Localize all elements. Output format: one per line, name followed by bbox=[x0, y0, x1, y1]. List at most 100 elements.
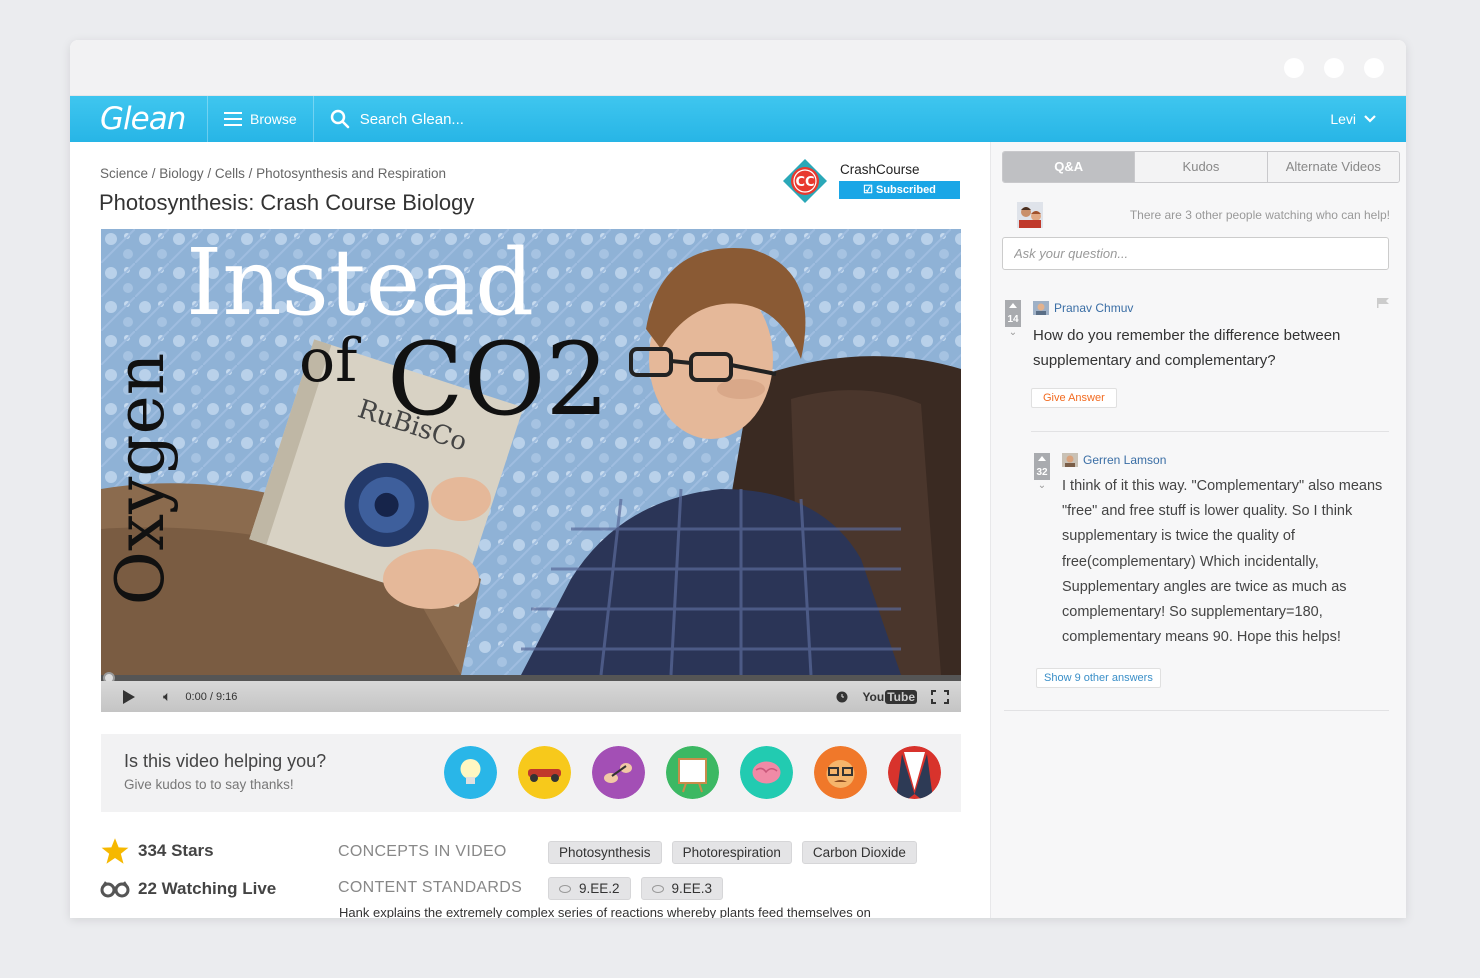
user-name: Levi bbox=[1330, 111, 1356, 127]
standard-tag[interactable]: 9.EE.3 bbox=[640, 876, 724, 900]
sidebar: Q&A Kudos Alternate Videos There are 3 o… bbox=[990, 142, 1406, 918]
channel-name[interactable]: CrashCourse bbox=[840, 162, 920, 177]
standards-row: CONTENT STANDARDS 9.EE.2 9.EE.3 bbox=[338, 870, 968, 906]
answer-author-name: Gerren Lamson bbox=[1083, 453, 1167, 467]
tuxedo-icon[interactable] bbox=[888, 746, 941, 799]
downvote-icon[interactable]: ⌄ bbox=[1005, 327, 1021, 339]
video-frame[interactable]: RuBisCo Oxygen Instead of CO2 bbox=[101, 229, 961, 675]
browser-window: Glean Browse Levi Science / Biology / Ce… bbox=[70, 40, 1406, 918]
standard-tag[interactable]: 9.EE.2 bbox=[548, 876, 631, 900]
player-controls-right: You Tube bbox=[836, 681, 949, 712]
concept-tag[interactable]: Carbon Dioxide bbox=[801, 840, 917, 864]
duration: 9:16 bbox=[216, 690, 238, 703]
hamburger-icon bbox=[224, 112, 242, 126]
window-titlebar bbox=[70, 40, 1406, 96]
question-vote: 14 ⌄ bbox=[1005, 300, 1021, 339]
downvote-icon[interactable]: ⌄ bbox=[1034, 480, 1050, 492]
main-column: Science / Biology / Cells / Photosynthes… bbox=[70, 142, 990, 918]
browse-label: Browse bbox=[250, 111, 297, 127]
crashcourse-logo[interactable]: CC bbox=[782, 158, 828, 204]
stars-stat: 334 Stars bbox=[100, 832, 276, 870]
watchers-text: There are 3 other people watching who ca… bbox=[1129, 208, 1390, 222]
subscribed-button[interactable]: ☑ Subscribed bbox=[839, 181, 960, 199]
answer-text: I think of it this way. "Complementary" … bbox=[1062, 478, 1383, 646]
easel-icon[interactable] bbox=[666, 746, 719, 799]
racecar-icon[interactable] bbox=[518, 746, 571, 799]
tab-qa[interactable]: Q&A bbox=[1003, 152, 1136, 182]
hands-icon[interactable] bbox=[592, 746, 645, 799]
overlay-oxygen: Oxygen bbox=[102, 353, 179, 605]
divider bbox=[1031, 431, 1389, 432]
play-icon[interactable] bbox=[123, 689, 135, 704]
watching-stat: 22 Watching Live bbox=[100, 870, 276, 908]
search-bar bbox=[314, 109, 620, 129]
standards-label: CONTENT STANDARDS bbox=[338, 879, 523, 896]
kudos-subtitle: Give kudos to to say thanks! bbox=[124, 777, 294, 792]
breadcrumb-cells[interactable]: Cells bbox=[215, 166, 245, 181]
video-meta: CONCEPTS IN VIDEO Photosynthesis Photore… bbox=[338, 834, 968, 906]
overlay-instead: Instead bbox=[186, 229, 534, 336]
watching-count: 22 Watching Live bbox=[138, 879, 277, 898]
concept-tag[interactable]: Photorespiration bbox=[671, 840, 792, 864]
tab-alternate-videos[interactable]: Alternate Videos bbox=[1267, 152, 1399, 182]
video-stats: 334 Stars 22 Watching Live bbox=[100, 832, 276, 908]
chevron-down-icon bbox=[1364, 115, 1376, 123]
video-player[interactable]: RuBisCo Oxygen Instead of CO2 🔈︎ 0:00 / … bbox=[101, 229, 961, 712]
answer-author[interactable]: Gerren Lamson bbox=[1062, 453, 1166, 467]
page-content: Science / Biology / Cells / Photosynthes… bbox=[70, 142, 1406, 918]
answer-vote-count: 32 bbox=[1034, 466, 1050, 480]
user-menu[interactable]: Levi bbox=[1330, 96, 1376, 142]
search-input[interactable] bbox=[359, 110, 620, 128]
question-author-name: Pranav Chmuv bbox=[1054, 301, 1134, 315]
top-navbar: Glean Browse Levi bbox=[70, 96, 1406, 142]
sidebar-tabs: Q&A Kudos Alternate Videos bbox=[1002, 151, 1400, 183]
window-dot-1[interactable] bbox=[1284, 58, 1304, 78]
video-title: Photosynthesis: Crash Course Biology bbox=[99, 190, 475, 215]
divider bbox=[1004, 710, 1389, 711]
upvote-icon[interactable] bbox=[1005, 300, 1021, 313]
flag-icon[interactable] bbox=[1377, 298, 1389, 308]
show-more-answers-button[interactable]: Show 9 other answers bbox=[1036, 668, 1161, 688]
youtube-tube: Tube bbox=[885, 689, 917, 704]
youtube-you: You bbox=[862, 689, 885, 704]
kudos-icons bbox=[444, 746, 941, 799]
lightbulb-icon[interactable] bbox=[444, 746, 497, 799]
standard-code: 9.EE.3 bbox=[671, 880, 713, 896]
give-answer-button[interactable]: Give Answer bbox=[1031, 388, 1117, 408]
star-icon[interactable] bbox=[100, 837, 130, 865]
overlay-co2: CO2 bbox=[387, 321, 609, 438]
subscribed-label: Subscribed bbox=[876, 184, 936, 196]
browse-button[interactable]: Browse bbox=[208, 96, 314, 142]
window-dot-2[interactable] bbox=[1324, 58, 1344, 78]
breadcrumb: Science / Biology / Cells / Photosynthes… bbox=[100, 166, 446, 181]
concept-tag[interactable]: Photosynthesis bbox=[548, 840, 662, 864]
time-display: 0:00 / 9:16 bbox=[185, 690, 238, 703]
ask-question-input[interactable] bbox=[1002, 237, 1389, 270]
youtube-logo[interactable]: You Tube bbox=[862, 689, 917, 704]
window-dot-3[interactable] bbox=[1364, 58, 1384, 78]
glean-logo[interactable]: Glean bbox=[70, 96, 208, 142]
window-controls bbox=[1284, 58, 1384, 78]
clock-icon[interactable] bbox=[836, 691, 848, 703]
channel-logo-text: CC bbox=[795, 175, 814, 190]
brain-icon[interactable] bbox=[740, 746, 793, 799]
watchers-avatar bbox=[1017, 202, 1043, 228]
nerd-face-icon[interactable] bbox=[814, 746, 867, 799]
volume-icon[interactable]: 🔈︎ bbox=[163, 688, 171, 705]
breadcrumb-biology[interactable]: Biology bbox=[159, 166, 203, 181]
author-avatar bbox=[1033, 301, 1049, 315]
eye-icon bbox=[559, 884, 571, 893]
kudos-title: Is this video helping you? bbox=[124, 751, 327, 771]
player-controls: 🔈︎ 0:00 / 9:16 You Tube bbox=[101, 681, 961, 712]
glasses-icon bbox=[100, 881, 130, 898]
breadcrumb-science[interactable]: Science bbox=[100, 166, 148, 181]
standard-code: 9.EE.2 bbox=[579, 880, 620, 896]
kudos-panel: Is this video helping you? Give kudos to… bbox=[101, 734, 961, 812]
fullscreen-icon[interactable] bbox=[931, 689, 949, 704]
question-author[interactable]: Pranav Chmuv bbox=[1033, 301, 1133, 315]
breadcrumb-photosynthesis[interactable]: Photosynthesis and Respiration bbox=[256, 166, 446, 181]
upvote-icon[interactable] bbox=[1034, 453, 1050, 466]
tab-kudos[interactable]: Kudos bbox=[1135, 152, 1268, 182]
overlay-of: of bbox=[299, 326, 361, 396]
author-avatar bbox=[1062, 453, 1078, 467]
